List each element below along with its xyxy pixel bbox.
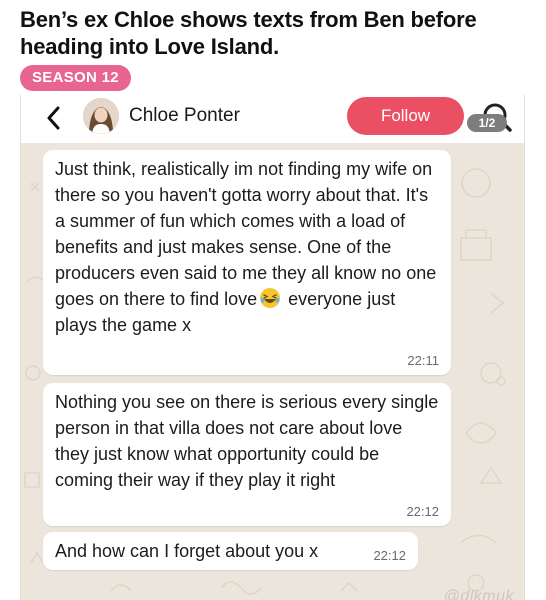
chat-header: Chloe Ponter Follow 1/2 [21, 95, 524, 143]
image-counter: 1/2 [467, 114, 507, 132]
avatar[interactable] [83, 98, 119, 134]
season-badge[interactable]: SEASON 12 [20, 65, 131, 91]
message-time: 22:12 [406, 504, 439, 519]
message-time: 22:11 [407, 353, 439, 368]
message-time: 22:12 [373, 548, 406, 563]
laughing-tears-emoji [259, 287, 281, 309]
headline: Ben’s ex Chloe shows texts from Ben befo… [20, 7, 477, 59]
chat-screenshot: Chloe Ponter Follow 1/2 Just think, real… [20, 95, 525, 600]
message-text: Just think, realistically im not finding… [55, 156, 439, 338]
message-bubble[interactable]: Just think, realistically im not finding… [43, 150, 451, 375]
follow-button[interactable]: Follow [347, 97, 464, 135]
message-bubble[interactable]: And how can I forget about you x 22:12 [43, 532, 418, 570]
message-text: And how can I forget about you x [55, 541, 319, 561]
contact-name[interactable]: Chloe Ponter [129, 105, 240, 127]
message-text: Nothing you see on there is serious ever… [55, 392, 439, 490]
chevron-left-icon[interactable] [43, 103, 63, 133]
message-text-part: Just think, realistically im not finding… [55, 159, 437, 309]
message-bubble[interactable]: Nothing you see on there is serious ever… [43, 383, 451, 526]
post: Ben’s ex Chloe shows texts from Ben befo… [0, 0, 546, 600]
watermark: @dlkmuk [443, 588, 514, 600]
